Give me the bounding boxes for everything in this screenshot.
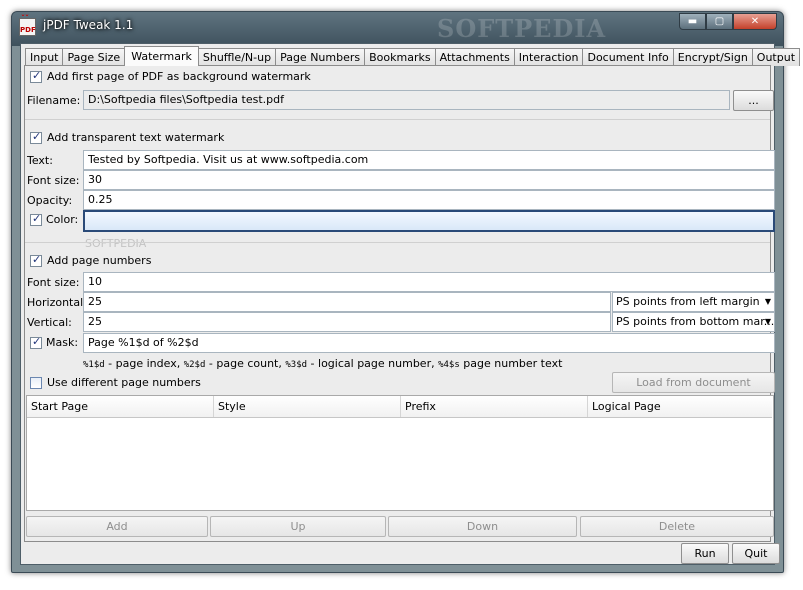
close-button[interactable]: ✕ xyxy=(733,13,777,30)
column-header-logical-page[interactable]: Logical Page xyxy=(588,396,772,417)
tab-output[interactable]: Output xyxy=(751,48,801,66)
page-number-table[interactable]: Start Page Style Prefix Logical Page xyxy=(26,395,774,511)
pdf-watermark-label: Add first page of PDF as background wate… xyxy=(47,70,311,83)
filename-label: Filename: xyxy=(27,94,81,107)
tab-input[interactable]: Input xyxy=(25,48,64,66)
down-button[interactable]: Down xyxy=(388,516,577,537)
quit-button[interactable]: Quit xyxy=(732,543,780,564)
page-numbers-checkbox[interactable] xyxy=(30,253,42,267)
filename-field[interactable]: D:\Softpedia files\Softpedia test.pdf xyxy=(83,90,730,110)
text-watermark-checkbox[interactable] xyxy=(30,130,42,144)
tab-page-numbers[interactable]: Page Numbers xyxy=(275,48,366,66)
title-bar[interactable]: ˇˇ PDF jPDF Tweak 1.1 SOFTPEDIA ▬ ▢ ✕ xyxy=(12,12,783,44)
page-numbers-label: Add page numbers xyxy=(47,254,152,267)
column-header-style[interactable]: Style xyxy=(214,396,401,417)
load-from-document-button[interactable]: Load from document xyxy=(612,372,775,393)
chevron-down-icon: ▼ xyxy=(764,317,771,326)
window-title: jPDF Tweak 1.1 xyxy=(43,18,134,32)
page-font-size-label: Font size: xyxy=(27,276,80,289)
watermark-font-size-input[interactable]: 30 xyxy=(83,170,775,190)
softpedia-watermark-small: SOFTPEDIA xyxy=(85,237,147,250)
opacity-label: Opacity: xyxy=(27,194,73,207)
vertical-unit-value: PS points from bottom mar... xyxy=(616,315,775,328)
text-watermark-label: Add transparent text watermark xyxy=(47,131,225,144)
mask-label: Mask: xyxy=(46,336,79,349)
minimize-button[interactable]: ▬ xyxy=(679,13,706,30)
tab-watermark[interactable]: Watermark xyxy=(124,46,199,66)
tab-shuffle-nup[interactable]: Shuffle/N-up xyxy=(197,48,277,66)
delete-button[interactable]: Delete xyxy=(580,516,774,537)
column-header-start-page[interactable]: Start Page xyxy=(27,396,214,417)
add-button[interactable]: Add xyxy=(26,516,208,537)
chevron-down-icon: ▼ xyxy=(764,297,771,306)
client-area: Input Page Size Watermark Shuffle/N-up P… xyxy=(20,43,801,565)
pdf-watermark-checkbox[interactable] xyxy=(30,69,42,83)
watermark-panel: Add first page of PDF as background wate… xyxy=(24,65,775,542)
section-divider xyxy=(25,242,770,243)
different-numbers-checkbox[interactable] xyxy=(30,377,42,389)
vertical-label: Vertical: xyxy=(27,316,72,329)
horizontal-label: Horizontal: xyxy=(27,296,87,309)
tab-interaction[interactable]: Interaction xyxy=(513,48,584,66)
page-font-size-input[interactable]: 10 xyxy=(83,272,775,292)
run-button[interactable]: Run xyxy=(681,543,729,564)
mask-hint: %1$d - page index, %2$d - page count, %3… xyxy=(83,357,563,370)
horizontal-input[interactable]: 25 xyxy=(83,292,611,312)
up-button[interactable]: Up xyxy=(210,516,386,537)
color-checkbox[interactable] xyxy=(30,212,42,226)
text-label: Text: xyxy=(27,154,53,167)
tab-encrypt-sign[interactable]: Encrypt/Sign xyxy=(672,48,753,66)
jpdf-app-icon: ˇˇ PDF xyxy=(19,14,36,36)
tab-document-info[interactable]: Document Info xyxy=(582,48,674,66)
softpedia-watermark: SOFTPEDIA xyxy=(437,14,607,43)
vertical-unit-select[interactable]: PS points from bottom mar... ▼ xyxy=(612,312,775,332)
table-header: Start Page Style Prefix Logical Page xyxy=(27,396,772,418)
mask-checkbox[interactable] xyxy=(30,335,42,349)
tab-page-size[interactable]: Page Size xyxy=(62,48,126,66)
watermark-text-input[interactable]: Tested by Softpedia. Visit us at www.sof… xyxy=(83,150,775,170)
color-label: Color: xyxy=(46,213,79,226)
horizontal-unit-select[interactable]: PS points from left margin ▼ xyxy=(612,292,775,312)
different-numbers-label: Use different page numbers xyxy=(47,376,201,389)
maximize-button[interactable]: ▢ xyxy=(706,13,733,30)
font-size-label: Font size: xyxy=(27,174,80,187)
browse-button[interactable]: ... xyxy=(733,90,774,111)
horizontal-unit-value: PS points from left margin xyxy=(616,295,760,308)
vertical-input[interactable]: 25 xyxy=(83,312,611,332)
tab-attachments[interactable]: Attachments xyxy=(434,48,515,66)
color-swatch[interactable] xyxy=(83,210,775,232)
mask-input[interactable]: Page %1$d of %2$d xyxy=(83,333,775,353)
app-window: ˇˇ PDF jPDF Tweak 1.1 SOFTPEDIA ▬ ▢ ✕ Inp… xyxy=(11,11,801,573)
section-divider xyxy=(25,119,770,120)
opacity-input[interactable]: 0.25 xyxy=(83,190,775,210)
tab-bar: Input Page Size Watermark Shuffle/N-up P… xyxy=(25,46,801,66)
column-header-prefix[interactable]: Prefix xyxy=(401,396,588,417)
tab-bookmarks[interactable]: Bookmarks xyxy=(364,48,436,66)
